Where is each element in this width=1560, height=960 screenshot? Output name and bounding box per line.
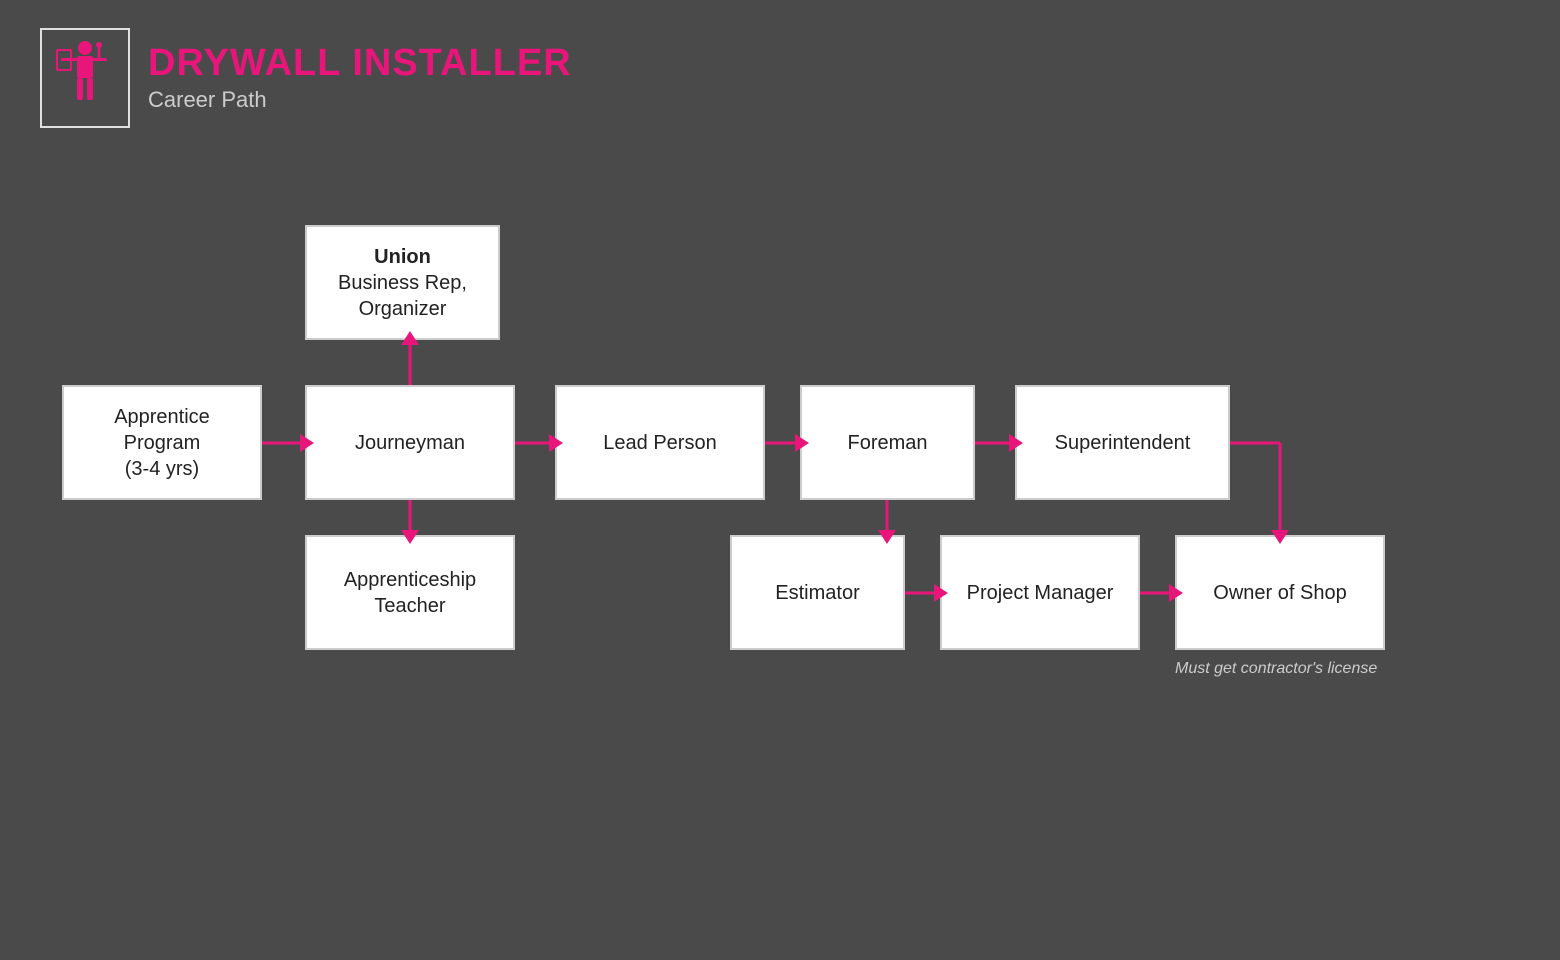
project-manager-box: Project Manager bbox=[940, 535, 1140, 650]
apprentice-line2: Program bbox=[124, 432, 201, 454]
apprentice-program-box: Apprentice Program (3-4 yrs) bbox=[62, 385, 262, 500]
estimator-label: Estimator bbox=[775, 580, 859, 606]
apprentice-line1: Apprentice bbox=[114, 406, 210, 428]
page-subtitle: Career Path bbox=[148, 87, 572, 113]
journeyman-label: Journeyman bbox=[355, 430, 465, 456]
union-box: Union Business Rep, Organizer bbox=[305, 225, 500, 340]
estimator-box: Estimator bbox=[730, 535, 905, 650]
owner-of-shop-label: Owner of Shop bbox=[1213, 580, 1346, 606]
drywall-installer-icon bbox=[55, 40, 115, 116]
teacher-line1: Apprenticeship bbox=[344, 569, 476, 591]
header-text-block: DRYWALL INSTALLER Career Path bbox=[148, 43, 572, 113]
teacher-line2: Teacher bbox=[374, 595, 445, 617]
lead-person-box: Lead Person bbox=[555, 385, 765, 500]
header-icon-box bbox=[40, 28, 130, 128]
contractor-note: Must get contractor's license bbox=[1175, 660, 1377, 678]
lead-person-label: Lead Person bbox=[603, 430, 716, 456]
project-manager-label: Project Manager bbox=[967, 580, 1114, 606]
superintendent-box: Superintendent bbox=[1015, 385, 1230, 500]
union-label-bold: Union bbox=[374, 246, 431, 268]
journeyman-box: Journeyman bbox=[305, 385, 515, 500]
union-label-line3: Organizer bbox=[359, 298, 447, 320]
superintendent-label: Superintendent bbox=[1055, 430, 1191, 456]
apprenticeship-teacher-box: Apprenticeship Teacher bbox=[305, 535, 515, 650]
union-label-line2: Business Rep, bbox=[338, 272, 467, 294]
foreman-box: Foreman bbox=[800, 385, 975, 500]
foreman-label: Foreman bbox=[847, 430, 927, 456]
page-title: DRYWALL INSTALLER bbox=[148, 43, 572, 85]
owner-of-shop-box: Owner of Shop bbox=[1175, 535, 1385, 650]
header: DRYWALL INSTALLER Career Path bbox=[40, 28, 572, 128]
apprentice-line3: (3-4 yrs) bbox=[125, 458, 199, 480]
